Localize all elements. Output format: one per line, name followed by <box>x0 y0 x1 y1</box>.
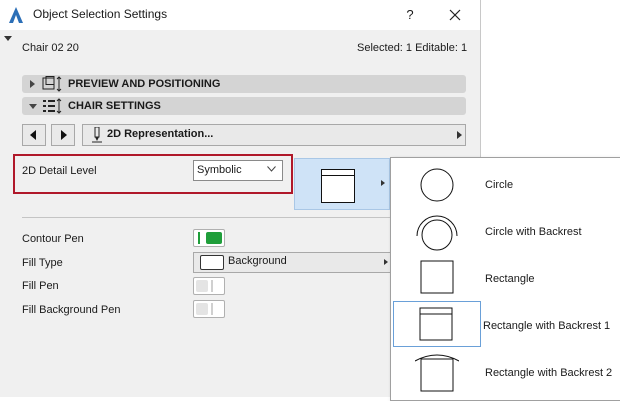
selection-info: Selected: 1 Editable: 1 <box>357 42 468 54</box>
option-label: Circle <box>485 179 514 191</box>
preview-positioning-icon <box>42 76 62 92</box>
fill-type-selector[interactable]: Background <box>193 252 391 273</box>
option-circle-with-backrest[interactable]: Circle with Backrest <box>393 207 620 253</box>
parameter-list-icon <box>43 98 62 114</box>
option-rectangle-with-backrest-2[interactable]: Rectangle with Backrest 2 <box>393 348 620 394</box>
collapse-arrow-icon[interactable] <box>4 36 12 41</box>
page-selector[interactable]: 2D Representation... <box>82 124 466 146</box>
next-page-button[interactable] <box>51 124 75 146</box>
chevron-down-icon <box>267 166 276 172</box>
option-label: Rectangle with Backrest 2 <box>485 367 613 379</box>
archicad-app-icon <box>9 7 23 23</box>
page-selector-label: 2D Representation... <box>107 128 214 140</box>
circle-icon <box>420 168 454 202</box>
collapse-arrow-icon <box>29 104 37 109</box>
fill-pen-label: Fill Pen <box>22 280 59 292</box>
fill-type-label: Fill Type <box>22 257 63 269</box>
symbol-options-popup: Circle Circle with Backrest Rectangle Re… <box>390 157 620 401</box>
detail-level-dropdown[interactable]: Symbolic <box>193 160 283 181</box>
page-navigation: 2D Representation... <box>22 124 466 146</box>
rectangle-icon <box>420 260 454 294</box>
detail-level-label: 2D Detail Level <box>22 165 97 177</box>
section-label: PREVIEW AND POSITIONING <box>68 78 221 90</box>
arrow-left-icon <box>30 130 36 140</box>
circle-with-backrest-icon <box>416 215 458 251</box>
previous-page-button[interactable] <box>22 124 46 146</box>
fill-swatch-icon <box>200 255 224 270</box>
option-rectangle-with-backrest-1-selected[interactable] <box>393 301 481 347</box>
chevron-right-icon <box>384 259 388 265</box>
window-title: Object Selection Settings <box>33 7 168 21</box>
fill-pen-toggle[interactable] <box>193 277 225 295</box>
fill-type-value: Background <box>228 255 287 267</box>
rectangle-with-backrest-2-icon <box>415 354 459 392</box>
pencil-icon <box>92 127 102 143</box>
contour-pen-toggle[interactable] <box>193 229 225 247</box>
chevron-right-icon <box>381 180 385 186</box>
fill-background-pen-label: Fill Background Pen <box>22 304 121 316</box>
section-label: CHAIR SETTINGS <box>68 100 161 112</box>
section-preview-and-positioning[interactable]: PREVIEW AND POSITIONING <box>22 75 466 93</box>
option-circle[interactable]: Circle <box>393 160 620 206</box>
option-label: Rectangle <box>485 273 535 285</box>
fill-background-pen-toggle[interactable] <box>193 300 225 318</box>
close-icon[interactable] <box>444 4 466 26</box>
object-name: Chair 02 20 <box>22 42 79 54</box>
section-chair-settings[interactable]: CHAIR SETTINGS <box>22 97 466 115</box>
arrow-right-icon <box>61 130 67 140</box>
expand-arrow-icon <box>30 80 35 88</box>
option-rectangle[interactable]: Rectangle <box>393 254 620 300</box>
detail-level-value: Symbolic <box>197 164 242 176</box>
option-label: Rectangle with Backrest 1 <box>483 320 611 332</box>
symbol-preview-button[interactable] <box>294 158 390 210</box>
rectangle-with-backrest-1-icon <box>321 169 355 203</box>
help-button[interactable]: ? <box>400 5 420 25</box>
contour-pen-label: Contour Pen <box>22 233 84 245</box>
rectangle-with-backrest-1-icon <box>419 307 453 341</box>
chevron-right-icon <box>457 131 462 139</box>
option-label: Circle with Backrest <box>485 226 582 238</box>
title-bar: Object Selection Settings ? <box>0 0 480 30</box>
